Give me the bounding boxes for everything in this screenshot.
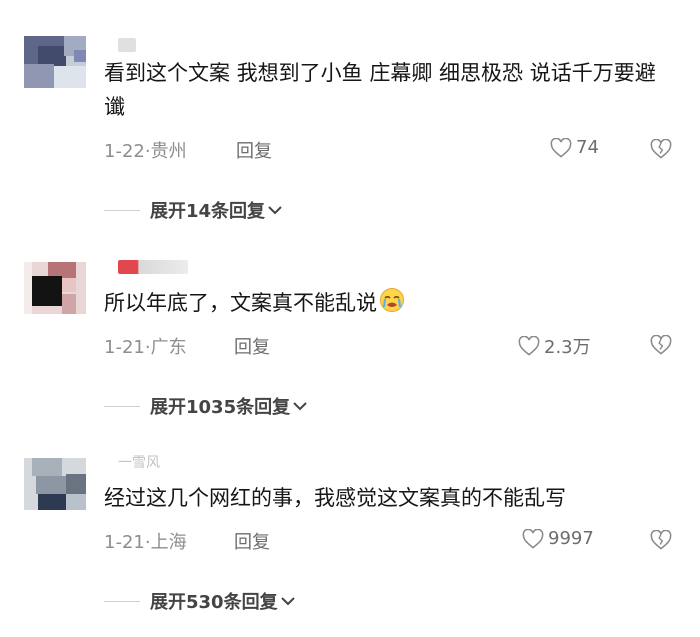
avatar[interactable] [24,458,86,510]
reply-button[interactable]: 回复 [234,528,270,554]
dislike-button[interactable] [650,529,672,554]
like-count: 9997 [548,528,594,549]
username[interactable]: 一雪风 [118,452,160,472]
comment-meta: 1-21·上海 [104,528,187,554]
expand-replies-label: 展开530条回复 [150,592,278,613]
heart-outline-icon [522,528,544,549]
comment-location: 上海 [150,532,187,553]
comment-item: 一雪风 经过这几个网红的事，我感觉这文案真的不能乱写 1-21·上海 回复 99… [0,0,700,637]
chevron-down-icon [280,597,295,606]
divider-line [104,600,140,602]
comment-date: 1-21 [104,532,145,553]
comment-text: 经过这几个网红的事，我感觉这文案真的不能乱写 [104,486,566,510]
like-button[interactable]: 9997 [522,528,594,549]
broken-heart-icon [650,529,672,550]
expand-replies-button[interactable]: 展开530条回复 [104,588,296,614]
